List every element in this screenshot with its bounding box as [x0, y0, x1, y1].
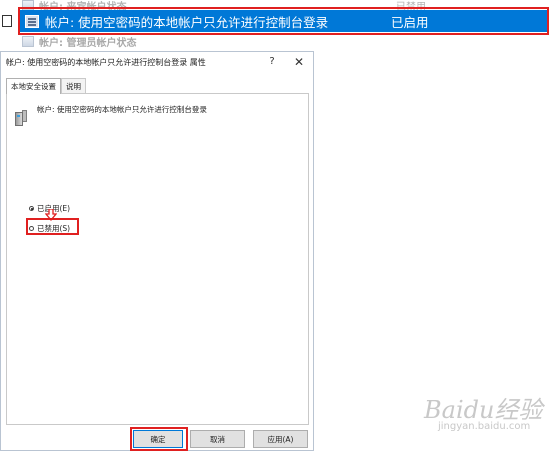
- ok-button[interactable]: 确定: [133, 430, 183, 448]
- selection-highlight: [18, 7, 549, 35]
- tab-local-security-setting[interactable]: 本地安全设置: [6, 78, 61, 94]
- tab-explain[interactable]: 说明: [61, 78, 86, 93]
- policy-list: 帐户: 来宾帐户状态 已禁用 帐户: 管理员帐户状态 帐户: 使用空密码的本地帐…: [0, 0, 554, 50]
- watermark-url: jingyan.baidu.com: [438, 421, 531, 432]
- help-button[interactable]: ?: [265, 55, 279, 69]
- dialog-tabs: 本地安全设置 说明: [6, 78, 86, 94]
- policy-label: 帐户: 使用空密码的本地帐户只允许进行控制台登录: [37, 105, 207, 114]
- radio-dot[interactable]: [29, 206, 34, 211]
- close-button[interactable]: ✕: [292, 55, 306, 69]
- watermark-brand: Baidu经验: [424, 396, 543, 424]
- disabled-option-highlight: [26, 218, 79, 235]
- policy-name: 帐户: 管理员帐户状态: [39, 37, 137, 49]
- row-checkbox[interactable]: [2, 15, 12, 27]
- properties-dialog: 帐户: 使用空密码的本地帐户只允许进行控制台登录 属性 ? ✕ 本地安全设置 说…: [0, 51, 314, 451]
- policy-icon: [22, 35, 34, 47]
- tab-panel: 帐户: 使用空密码的本地帐户只允许进行控制台登录 已启用(E) 已禁用(S): [6, 93, 309, 425]
- apply-button[interactable]: 应用(A): [253, 430, 308, 448]
- dialog-title: 帐户: 使用空密码的本地帐户只允许进行控制台登录 属性: [6, 58, 206, 67]
- cancel-button[interactable]: 取消: [190, 430, 245, 448]
- computer-icon: [15, 110, 27, 128]
- dialog-title-bar[interactable]: 帐户: 使用空密码的本地帐户只允许进行控制台登录 属性 ? ✕: [1, 52, 313, 74]
- list-item[interactable]: 帐户: 管理员帐户状态: [22, 33, 542, 49]
- baidu-watermark: Baidu经验 jingyan.baidu.com: [408, 390, 542, 440]
